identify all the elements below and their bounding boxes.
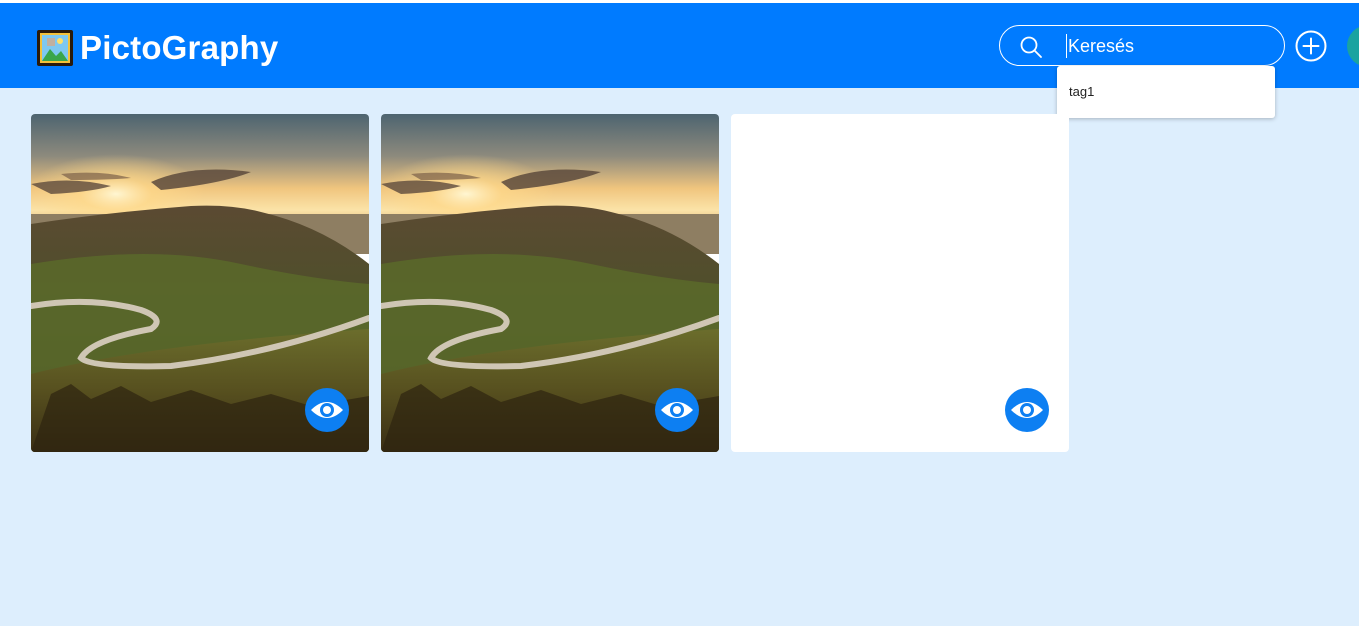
- eye-icon: [1011, 402, 1043, 418]
- eye-icon: [661, 402, 693, 418]
- suggestion-item[interactable]: tag1: [1069, 84, 1094, 99]
- view-button[interactable]: [655, 388, 699, 432]
- view-button[interactable]: [305, 388, 349, 432]
- image-card-blank[interactable]: [731, 114, 1069, 452]
- eye-icon: [311, 402, 343, 418]
- app-title: PictoGraphy: [80, 29, 279, 66]
- search-icon[interactable]: [1019, 35, 1043, 59]
- image-card[interactable]: [381, 114, 719, 452]
- plus-circle-icon[interactable]: [1295, 30, 1327, 62]
- image-card[interactable]: [31, 114, 369, 452]
- search-bar: [999, 25, 1285, 66]
- search-input[interactable]: [1066, 34, 1266, 58]
- avatar[interactable]: [1347, 25, 1359, 67]
- framed-picture-icon: [37, 30, 73, 66]
- search-suggestions-dropdown: tag1: [1057, 66, 1275, 118]
- brand[interactable]: PictoGraphy: [36, 29, 278, 67]
- view-button[interactable]: [1005, 388, 1049, 432]
